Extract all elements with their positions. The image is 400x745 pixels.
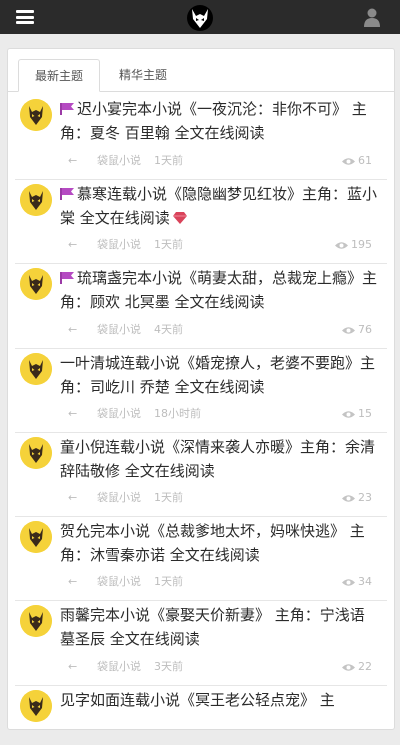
topic-meta: ← 袋鼠小说 4天前 76 (60, 322, 382, 338)
topic-title[interactable]: 一叶清城连载小说《婚宠撩人，老婆不要跑》主角：司屹川 乔楚 全文在线阅读 (60, 351, 382, 399)
topic-title-text[interactable]: 贺允完本小说《总裁爹地太坏，妈咪快逃》 主角：沐雪秦亦诺 全文在线阅读 (60, 522, 365, 564)
eye-icon (342, 158, 355, 165)
topic-title[interactable]: 迟小宴完本小说《一夜沉沦：非你不可》 主角：夏冬 百里翰 全文在线阅读 (60, 97, 382, 145)
arrow-left-icon: ← (68, 575, 78, 588)
topic-meta: ← 袋鼠小说 1天前 195 (60, 237, 382, 253)
topic-title-text[interactable]: 见字如面连载小说《冥王老公轻点宠》 主 (60, 691, 335, 709)
view-count: 76 (358, 323, 372, 336)
topic-title-text[interactable]: 雨馨完本小说《豪娶天价新妻》 主角：宁浅语 墓圣辰 全文在线阅读 (60, 606, 365, 648)
view-count: 61 (358, 154, 372, 167)
arrow-left-icon: ← (68, 154, 78, 167)
arrow-left-icon: ← (68, 407, 78, 420)
topic-time: 1天前 (154, 491, 183, 504)
topic-time: 1天前 (154, 154, 183, 167)
topic-tabs: 最新主题 精华主题 (8, 59, 394, 92)
view-count: 34 (358, 575, 372, 588)
topic-title-text[interactable]: 童小倪连载小说《深情来袭人亦暖》主角：余清辞陆敬修 全文在线阅读 (60, 438, 375, 480)
topic-views: 76 (342, 322, 372, 338)
eye-icon (342, 579, 355, 586)
topic-item[interactable]: 贺允完本小说《总裁爹地太坏，妈咪快逃》 主角：沐雪秦亦诺 全文在线阅读 ← 袋鼠小说… (15, 516, 387, 601)
top-bar (0, 0, 400, 34)
arrow-left-icon: ← (68, 491, 78, 504)
avatar[interactable] (20, 99, 52, 131)
view-count: 22 (358, 660, 372, 673)
topic-author[interactable]: 袋鼠小说 (97, 659, 141, 675)
topic-title-text[interactable]: 迟小宴完本小说《一夜沉沦：非你不可》 主角：夏冬 百里翰 全文在线阅读 (60, 100, 367, 142)
pinned-flag-icon (60, 267, 74, 284)
arrow-left-icon: ← (68, 660, 78, 673)
topic-author[interactable]: 袋鼠小说 (97, 237, 141, 253)
tab-latest[interactable]: 最新主题 (18, 59, 100, 92)
topic-views: 22 (342, 659, 372, 675)
view-count: 23 (358, 491, 372, 504)
topic-title-text[interactable]: 一叶清城连载小说《婚宠撩人，老婆不要跑》主角：司屹川 乔楚 全文在线阅读 (60, 354, 375, 396)
topic-item[interactable]: 迟小宴完本小说《一夜沉沦：非你不可》 主角：夏冬 百里翰 全文在线阅读 ← 袋鼠小说… (15, 94, 387, 180)
topic-views: 23 (342, 490, 372, 506)
topic-author[interactable]: 袋鼠小说 (97, 322, 141, 338)
view-count: 15 (358, 407, 372, 420)
topic-meta: ← 袋鼠小说 1天前 23 (60, 490, 382, 506)
gem-icon (172, 207, 187, 224)
eye-icon (342, 327, 355, 334)
topic-title-text[interactable]: 慕寒连载小说《隐隐幽梦见红妆》主角：蓝小棠 全文在线阅读 (60, 185, 377, 227)
topic-item[interactable]: 见字如面连载小说《冥王老公轻点宠》 主 (15, 685, 387, 745)
topic-title[interactable]: 童小倪连载小说《深情来袭人亦暖》主角：余清辞陆敬修 全文在线阅读 (60, 435, 382, 483)
topic-list-card: 最新主题 精华主题 迟小宴完本小说《一夜沉沦：非你不可》 主角：夏冬 百里翰 全… (7, 48, 395, 730)
avatar[interactable] (20, 521, 52, 553)
avatar[interactable] (20, 184, 52, 216)
topic-time: 1天前 (154, 575, 183, 588)
topic-time: 1天前 (154, 238, 183, 251)
topic-author[interactable]: 袋鼠小说 (97, 153, 141, 169)
topic-author[interactable]: 袋鼠小说 (97, 406, 141, 422)
topic-title[interactable]: 见字如面连载小说《冥王老公轻点宠》 主 (60, 688, 382, 712)
topic-meta: ← 袋鼠小说 1天前 61 (60, 153, 382, 169)
topic-item[interactable]: 慕寒连载小说《隐隐幽梦见红妆》主角：蓝小棠 全文在线阅读 ← 袋鼠小说 1天前 195 (15, 179, 387, 264)
eye-icon (342, 664, 355, 671)
topic-title[interactable]: 贺允完本小说《总裁爹地太坏，妈咪快逃》 主角：沐雪秦亦诺 全文在线阅读 (60, 519, 382, 567)
topic-views: 15 (342, 406, 372, 422)
topic-author[interactable]: 袋鼠小说 (97, 490, 141, 506)
eye-icon (335, 242, 348, 249)
eye-icon (342, 495, 355, 502)
arrow-left-icon: ← (68, 323, 78, 336)
topic-views: 34 (342, 574, 372, 590)
avatar[interactable] (20, 690, 52, 722)
view-count: 195 (351, 238, 372, 251)
wolf-logo-icon[interactable] (186, 4, 214, 32)
topic-meta: ← 袋鼠小说 3天前 22 (60, 659, 382, 675)
topic-meta: ← 袋鼠小说 18小时前 15 (60, 406, 382, 422)
hamburger-icon[interactable] (16, 10, 34, 24)
topic-title-text[interactable]: 琉璃盏完本小说《萌妻太甜，总裁宠上瘾》主角：顾欢 北冥墨 全文在线阅读 (60, 269, 377, 311)
arrow-left-icon: ← (68, 238, 78, 251)
topic-item[interactable]: 雨馨完本小说《豪娶天价新妻》 主角：宁浅语 墓圣辰 全文在线阅读 ← 袋鼠小说 3天前… (15, 600, 387, 686)
topic-views: 195 (335, 237, 372, 253)
topic-author[interactable]: 袋鼠小说 (97, 574, 141, 590)
avatar[interactable] (20, 268, 52, 300)
topic-title[interactable]: 慕寒连载小说《隐隐幽梦见红妆》主角：蓝小棠 全文在线阅读 (60, 182, 382, 230)
topic-time: 18小时前 (154, 407, 201, 420)
topic-item[interactable]: 一叶清城连载小说《婚宠撩人，老婆不要跑》主角：司屹川 乔楚 全文在线阅读 ← 袋鼠小… (15, 348, 387, 433)
pinned-flag-icon (60, 183, 74, 200)
eye-icon (342, 411, 355, 418)
topic-time: 4天前 (154, 323, 183, 336)
tab-featured[interactable]: 精华主题 (106, 59, 180, 90)
avatar[interactable] (20, 437, 52, 469)
topic-title[interactable]: 琉璃盏完本小说《萌妻太甜，总裁宠上瘾》主角：顾欢 北冥墨 全文在线阅读 (60, 266, 382, 314)
pinned-flag-icon (60, 98, 74, 115)
topic-item[interactable]: 琉璃盏完本小说《萌妻太甜，总裁宠上瘾》主角：顾欢 北冥墨 全文在线阅读 ← 袋鼠小说… (15, 263, 387, 349)
topic-time: 3天前 (154, 660, 183, 673)
topic-views: 61 (342, 153, 372, 169)
topic-title[interactable]: 雨馨完本小说《豪娶天价新妻》 主角：宁浅语 墓圣辰 全文在线阅读 (60, 603, 382, 651)
avatar[interactable] (20, 353, 52, 385)
topic-meta: ← 袋鼠小说 1天前 34 (60, 574, 382, 590)
avatar[interactable] (20, 605, 52, 637)
topic-item[interactable]: 童小倪连载小说《深情来袭人亦暖》主角：余清辞陆敬修 全文在线阅读 ← 袋鼠小说 1天前… (15, 432, 387, 517)
user-icon[interactable] (364, 7, 380, 27)
